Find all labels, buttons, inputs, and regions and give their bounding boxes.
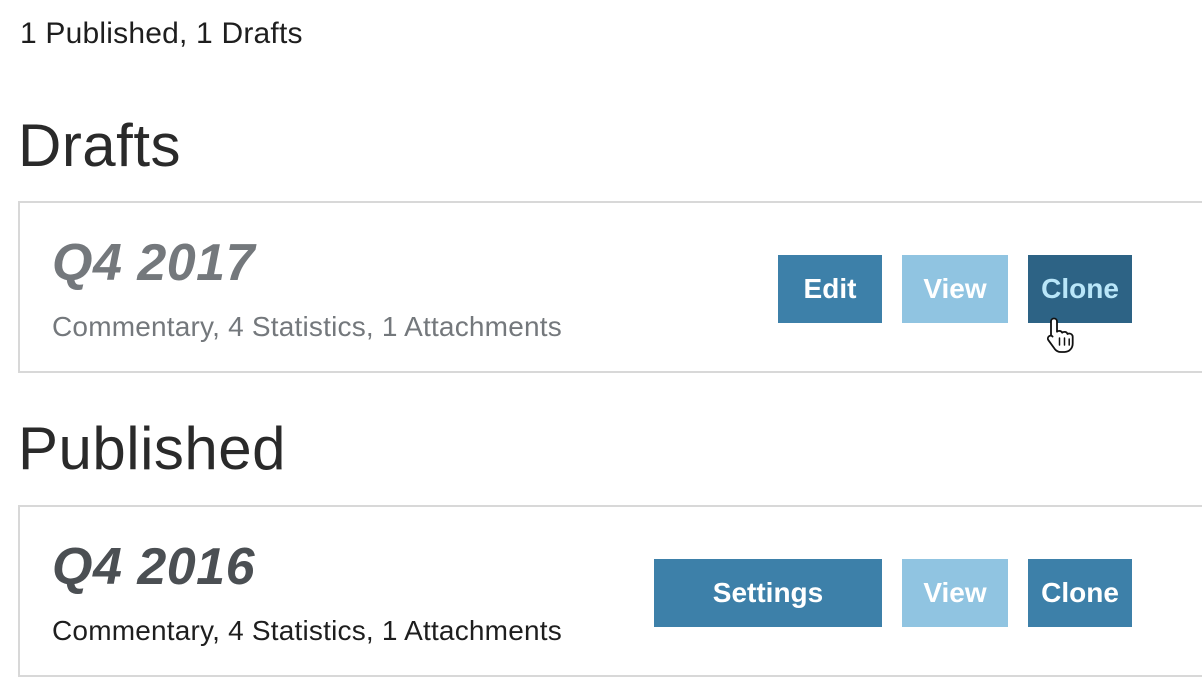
- published-view-button[interactable]: View: [902, 559, 1008, 627]
- edit-button[interactable]: Edit: [778, 255, 882, 323]
- draft-view-button[interactable]: View: [902, 255, 1008, 323]
- draft-report-title: Q4 2017: [52, 234, 255, 292]
- draft-report-card: Q4 2017 Commentary, 4 Statistics, 1 Atta…: [18, 201, 1202, 373]
- published-heading: Published: [18, 415, 287, 482]
- settings-button[interactable]: Settings: [654, 559, 882, 627]
- publish-summary: 1 Published, 1 Drafts: [20, 17, 303, 50]
- published-clone-button[interactable]: Clone: [1028, 559, 1132, 627]
- published-report-card: Q4 2016 Commentary, 4 Statistics, 1 Atta…: [18, 505, 1202, 677]
- drafts-heading: Drafts: [18, 112, 182, 179]
- published-report-meta: Commentary, 4 Statistics, 1 Attachments: [52, 615, 562, 646]
- draft-report-meta: Commentary, 4 Statistics, 1 Attachments: [52, 311, 562, 342]
- draft-clone-button[interactable]: Clone: [1028, 255, 1132, 323]
- published-report-title: Q4 2016: [52, 538, 255, 596]
